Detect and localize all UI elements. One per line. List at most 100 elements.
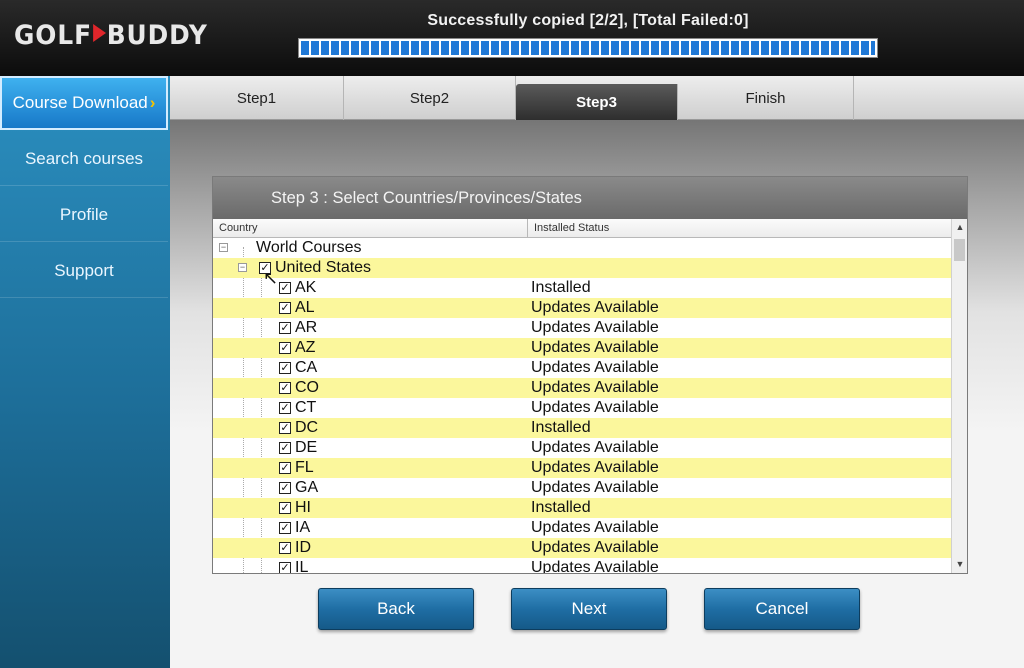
checkbox-icon[interactable]: ✓ (279, 442, 291, 454)
column-header-installed-status[interactable]: Installed Status (534, 222, 609, 234)
state-code: IL (295, 559, 309, 573)
sidebar-item-support[interactable]: Support (0, 244, 168, 298)
state-status: Updates Available (531, 319, 659, 336)
tree-row-state[interactable]: ✓ AR Updates Available (213, 318, 951, 338)
state-code: HI (295, 499, 311, 516)
state-code: CO (295, 379, 319, 396)
tree-row-state[interactable]: ✓ CT Updates Available (213, 398, 951, 418)
scroll-down-icon[interactable]: ▼ (952, 556, 968, 573)
scrollbar-thumb[interactable] (954, 239, 965, 261)
sidebar-item-profile[interactable]: Profile (0, 188, 168, 242)
state-code: DC (295, 419, 319, 436)
panel-title: Step 3 : Select Countries/Provinces/Stat… (213, 177, 967, 219)
tree-row-united-states[interactable]: − ✓ United States (213, 258, 951, 278)
state-code: DE (295, 439, 318, 456)
state-code: AK (295, 279, 317, 296)
regions-tree-grid: Country Installed Status − World Courses… (213, 219, 951, 573)
state-status: Updates Available (531, 399, 659, 416)
sidebar-item-label: Search courses (24, 148, 144, 168)
tree-row-state[interactable]: ✓ IA Updates Available (213, 518, 951, 538)
sidebar-item-label: Profile (59, 204, 109, 224)
tree-row-state[interactable]: ✓ AL Updates Available (213, 298, 951, 318)
sidebar-nav: Course Download › Search courses Profile … (0, 76, 170, 668)
main-content: Step1 Step2 Step3 Finish Step 3 : Select… (170, 76, 1024, 668)
logo-text-right: BUDDY (106, 20, 208, 51)
state-status: Installed (531, 419, 591, 436)
vertical-scrollbar[interactable]: ▲ ▼ (951, 219, 967, 573)
tree-row-state[interactable]: ✓ ID Updates Available (213, 538, 951, 558)
tab-label: Step3 (576, 93, 617, 111)
tab-step3[interactable]: Step3 (516, 84, 678, 120)
checkbox-icon[interactable]: ✓ (279, 362, 291, 374)
mouse-cursor-icon: ↖ (263, 268, 279, 288)
scroll-up-icon[interactable]: ▲ (952, 219, 968, 236)
select-regions-panel: Step 3 : Select Countries/Provinces/Stat… (212, 176, 968, 574)
sidebar-item-label: Support (54, 260, 114, 280)
checkbox-icon[interactable]: ✓ (279, 462, 291, 474)
step-tabs: Step1 Step2 Step3 Finish (170, 76, 1024, 120)
state-code: GA (295, 479, 319, 496)
sidebar-item-label: Course Download (12, 93, 148, 112)
column-header-country[interactable]: Country (219, 222, 258, 234)
tree-row-state[interactable]: ✓ HI Installed (213, 498, 951, 518)
state-code: IA (295, 519, 311, 536)
checkbox-icon[interactable]: ✓ (279, 342, 291, 354)
checkbox-icon[interactable]: ✓ (279, 522, 291, 534)
tree-row-state[interactable]: ✓ CO Updates Available (213, 378, 951, 398)
tab-finish[interactable]: Finish (678, 76, 854, 120)
chevron-right-icon: › (149, 93, 156, 112)
state-code: CT (295, 399, 317, 416)
state-code: AZ (295, 339, 316, 356)
state-status: Updates Available (531, 339, 659, 356)
tab-step2[interactable]: Step2 (344, 76, 516, 120)
checkbox-icon[interactable]: ✓ (279, 382, 291, 394)
tree-row-world-courses[interactable]: − World Courses (213, 238, 951, 258)
cancel-button[interactable]: Cancel (704, 588, 860, 630)
next-button[interactable]: Next (511, 588, 667, 630)
tab-step1[interactable]: Step1 (170, 76, 344, 120)
collapse-icon[interactable]: − (238, 263, 247, 272)
grid-header: Country Installed Status (213, 219, 951, 238)
state-status: Updates Available (531, 379, 659, 396)
tree-row-state[interactable]: ✓ AZ Updates Available (213, 338, 951, 358)
tree-row-state[interactable]: ✓ AK Installed (213, 278, 951, 298)
state-status: Updates Available (531, 459, 659, 476)
tree-node-label: United States (275, 259, 372, 276)
state-code: CA (295, 359, 318, 376)
state-status: Updates Available (531, 299, 659, 316)
sidebar-item-search-courses[interactable]: Search courses (0, 132, 168, 186)
collapse-icon[interactable]: − (219, 243, 228, 252)
copy-status-text: Successfully copied [2/2], [Total Failed… (427, 12, 749, 29)
logo-text-left: GOLF (14, 20, 92, 51)
tree-row-state[interactable]: ✓ IL Updates Available (213, 558, 951, 573)
checkbox-icon[interactable]: ✓ (279, 322, 291, 334)
checkbox-icon[interactable]: ✓ (279, 502, 291, 514)
state-status: Installed (531, 279, 591, 296)
state-status: Updates Available (531, 519, 659, 536)
checkbox-icon[interactable]: ✓ (279, 282, 291, 294)
checkbox-icon[interactable]: ✓ (279, 542, 291, 554)
tree-row-state[interactable]: ✓ DC Installed (213, 418, 951, 438)
back-button[interactable]: Back (318, 588, 474, 630)
tab-label: Step2 (409, 89, 450, 107)
checkbox-icon[interactable]: ✓ (279, 422, 291, 434)
state-status: Updates Available (531, 559, 659, 573)
state-status: Updates Available (531, 359, 659, 376)
checkbox-icon[interactable]: ✓ (279, 562, 291, 573)
tab-label: Finish (745, 89, 786, 107)
checkbox-icon[interactable]: ✓ (279, 402, 291, 414)
tree-row-state[interactable]: ✓ FL Updates Available (213, 458, 951, 478)
sidebar-item-course-download[interactable]: Course Download › (0, 76, 168, 130)
column-divider[interactable] (527, 219, 528, 238)
state-code: ID (295, 539, 311, 556)
tree-row-state[interactable]: ✓ DE Updates Available (213, 438, 951, 458)
state-code: FL (295, 459, 314, 476)
tree-node-label: World Courses (256, 239, 362, 256)
checkbox-icon[interactable]: ✓ (279, 302, 291, 314)
tab-label: Step1 (236, 89, 277, 107)
tree-row-state[interactable]: ✓ CA Updates Available (213, 358, 951, 378)
tree-rows: − World Courses − ✓ United States ✓ AK I… (213, 238, 951, 573)
checkbox-icon[interactable]: ✓ (279, 482, 291, 494)
state-status: Updates Available (531, 439, 659, 456)
tree-row-state[interactable]: ✓ GA Updates Available (213, 478, 951, 498)
